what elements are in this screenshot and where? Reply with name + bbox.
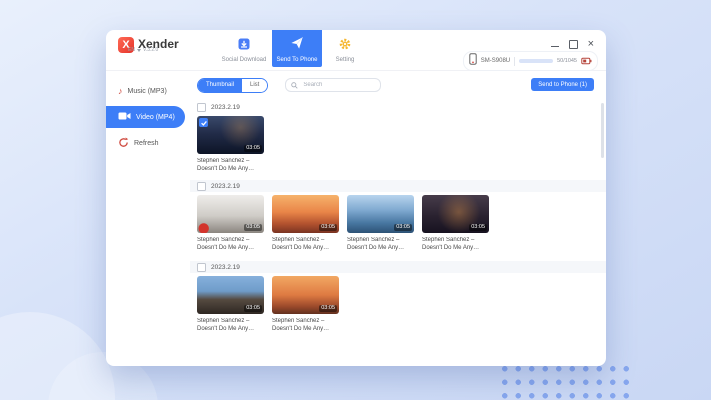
sidebar: ♪ Music (MP3) Video (MP4) Refresh xyxy=(106,70,190,366)
language-version[interactable]: EN V.3.2.0 xyxy=(128,47,158,53)
item-checkbox-checked[interactable] xyxy=(199,118,208,127)
video-card[interactable]: 03:05 Stephen Sanchez – Doesn't Do Me An… xyxy=(422,195,489,253)
sidebar-item-video[interactable]: Video (MP4) xyxy=(106,106,185,128)
date-group-header: 2023.2.19 xyxy=(190,101,606,113)
video-title: Stephen Sanchez – Doesn't Do Me Any Good… xyxy=(197,237,250,253)
video-grid: 03:05 Stephen Sanchez – Doesn't Do Me An… xyxy=(190,116,606,174)
video-thumbnail[interactable]: 03:05 xyxy=(197,276,264,314)
gear-icon xyxy=(339,37,351,55)
transfer-count: 50/1045 xyxy=(557,58,577,64)
toolbar: Thumbnail List Send to Phone (1) xyxy=(190,76,606,94)
xender-window: X Xender EN V.3.2.0 Social Download Send… xyxy=(106,30,606,366)
tab-label: Send To Phone xyxy=(276,57,318,63)
language-label: EN xyxy=(128,47,135,53)
video-thumbnail[interactable]: 03:05 xyxy=(197,116,264,154)
send-plane-icon xyxy=(290,36,304,55)
chevron-down-icon xyxy=(136,48,141,52)
date-label: 2023.2.19 xyxy=(211,182,240,190)
video-card[interactable]: 03:05 Stephen Sanchez – Doesn't Do Me An… xyxy=(197,116,264,174)
video-thumbnail[interactable]: 03:05 xyxy=(272,276,339,314)
video-title: Stephen Sanchez – Doesn't Do Me Any Good… xyxy=(272,237,325,253)
video-card[interactable]: 03:05 Stephen Sanchez – Doesn't Do Me An… xyxy=(197,276,264,334)
tab-label: Setting xyxy=(335,57,355,63)
close-button[interactable]: × xyxy=(588,39,594,50)
date-label: 2023.2.19 xyxy=(211,103,240,111)
header-tabs: Social Download Send To Phone Setting xyxy=(216,30,368,67)
tab-setting[interactable]: Setting xyxy=(322,30,368,67)
view-list-button[interactable]: List xyxy=(242,78,268,92)
duration-badge: 03:05 xyxy=(244,305,262,312)
duration-badge: 03:05 xyxy=(244,224,262,231)
window-header: X Xender EN V.3.2.0 Social Download Send… xyxy=(106,30,606,71)
duration-badge: 03:05 xyxy=(319,224,337,231)
view-thumbnail-button[interactable]: Thumbnail xyxy=(198,78,243,92)
date-group-header: 2023.2.19 xyxy=(190,261,606,273)
video-title: Stephen Sanchez – Doesn't Do Me Any Good… xyxy=(197,158,250,174)
scrollbar-thumb[interactable] xyxy=(601,103,604,158)
date-checkbox[interactable] xyxy=(197,181,206,191)
sidebar-item-label: Music (MP3) xyxy=(127,87,167,95)
battery-icon[interactable] xyxy=(581,52,592,70)
phone-icon xyxy=(469,52,477,70)
video-title: Stephen Sanchez – Doesn't Do Me Any Good… xyxy=(347,237,400,253)
video-thumbnail[interactable]: 03:05 xyxy=(197,195,264,233)
duration-badge: 03:05 xyxy=(319,305,337,312)
video-camera-icon xyxy=(118,111,131,123)
view-toggle: Thumbnail List xyxy=(197,77,269,93)
date-group-header: 2023.2.19 xyxy=(190,180,606,192)
search-icon xyxy=(291,76,298,94)
sidebar-item-label: Refresh xyxy=(134,139,159,147)
connected-device-bar: SM-S908U 50/1045 xyxy=(462,51,598,71)
minimize-button[interactable] xyxy=(550,46,559,47)
date-label: 2023.2.19 xyxy=(211,263,240,271)
send-to-phone-button[interactable]: Send to Phone (1) xyxy=(531,78,594,91)
sidebar-item-label: Video (MP4) xyxy=(136,113,175,121)
date-checkbox[interactable] xyxy=(197,262,206,272)
video-grid: 03:05 Stephen Sanchez – Doesn't Do Me An… xyxy=(190,195,606,253)
duration-badge: 03:05 xyxy=(244,145,262,152)
refresh-icon xyxy=(118,137,129,150)
tab-social-download[interactable]: Social Download xyxy=(216,30,272,67)
duration-badge: 03:05 xyxy=(469,224,487,231)
social-download-icon xyxy=(238,37,250,55)
video-thumbnail[interactable]: 03:05 xyxy=(422,195,489,233)
transfer-progress-bar xyxy=(519,59,554,63)
video-card[interactable]: 03:05 Stephen Sanchez – Doesn't Do Me An… xyxy=(272,195,339,253)
video-title: Stephen Sanchez – Doesn't Do Me Any Good… xyxy=(272,318,325,334)
tab-send-to-phone[interactable]: Send To Phone xyxy=(272,30,322,67)
divider xyxy=(514,56,516,66)
video-card[interactable]: 03:05 Stephen Sanchez – Doesn't Do Me An… xyxy=(347,195,414,253)
video-thumbnail[interactable]: 03:05 xyxy=(347,195,414,233)
window-controls: × xyxy=(550,39,594,50)
desktop-background: X Xender EN V.3.2.0 Social Download Send… xyxy=(0,0,711,400)
music-note-icon: ♪ xyxy=(118,86,123,96)
video-card[interactable]: 03:05 Stephen Sanchez – Doesn't Do Me An… xyxy=(197,195,264,253)
version-label: V.3.2.0 xyxy=(142,47,159,53)
video-thumbnail[interactable]: 03:05 xyxy=(272,195,339,233)
video-title: Stephen Sanchez – Doesn't Do Me Any Good… xyxy=(197,318,250,334)
maximize-button[interactable] xyxy=(568,39,578,49)
device-name: SM-S908U xyxy=(480,58,511,64)
video-title: Stephen Sanchez – Doesn't Do Me Any Good… xyxy=(422,237,475,253)
content-area: Thumbnail List Send to Phone (1) 2023.2.… xyxy=(190,76,606,366)
video-card[interactable]: 03:05 Stephen Sanchez – Doesn't Do Me An… xyxy=(272,276,339,334)
search-input[interactable] xyxy=(301,81,376,89)
video-grid: 03:05 Stephen Sanchez – Doesn't Do Me An… xyxy=(190,276,606,334)
date-checkbox[interactable] xyxy=(197,102,206,112)
sidebar-item-music[interactable]: ♪ Music (MP3) xyxy=(106,80,190,102)
sidebar-item-refresh[interactable]: Refresh xyxy=(106,132,190,154)
search-box xyxy=(285,76,382,94)
tab-label: Social Download xyxy=(221,57,267,63)
duration-badge: 03:05 xyxy=(394,224,412,231)
decor-dot-grid xyxy=(498,362,634,400)
